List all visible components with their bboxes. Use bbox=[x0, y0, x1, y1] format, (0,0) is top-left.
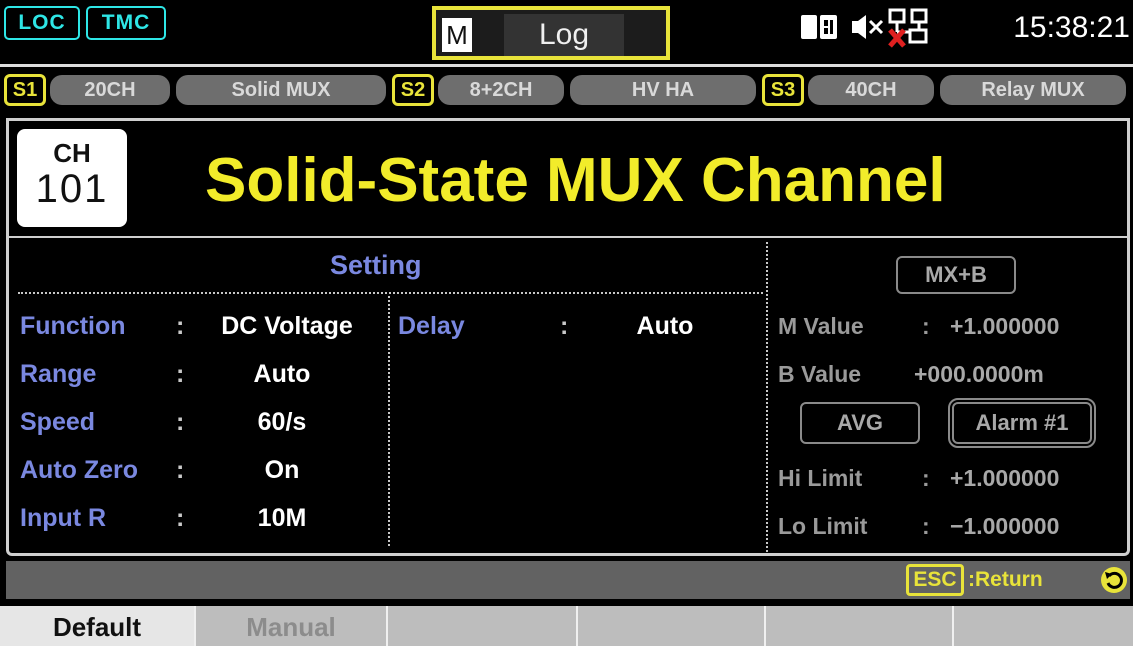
softkey-empty-4[interactable] bbox=[578, 606, 766, 646]
softkey-empty-5[interactable] bbox=[766, 606, 954, 646]
slot2-type: HV HA bbox=[570, 75, 756, 105]
mode-label: Log bbox=[504, 14, 624, 56]
slot2-channels: 8+2CH bbox=[438, 75, 564, 105]
lan-disconnected-icon bbox=[888, 8, 928, 48]
hi-limit-label: Hi Limit bbox=[778, 465, 863, 491]
function-value[interactable]: DC Voltage bbox=[196, 310, 378, 342]
slot3-type: Relay MUX bbox=[940, 75, 1126, 105]
slot1-type: Solid MUX bbox=[176, 75, 386, 105]
softkey-manual[interactable]: Manual bbox=[196, 606, 388, 646]
softkey-empty-3[interactable] bbox=[388, 606, 578, 646]
clock: 15:38:21 bbox=[1013, 11, 1130, 44]
delay-value[interactable]: Auto bbox=[610, 310, 720, 342]
range-value[interactable]: Auto bbox=[196, 358, 368, 390]
divider bbox=[388, 296, 390, 546]
tmc-indicator: TMC bbox=[86, 6, 166, 40]
hi-limit-value: +1.000000 bbox=[950, 465, 1060, 491]
lo-limit-label: Lo Limit bbox=[778, 513, 868, 539]
b-value: +000.0000m bbox=[914, 361, 1044, 387]
auto-zero-value[interactable]: On bbox=[196, 454, 368, 486]
range-label: Range bbox=[20, 360, 97, 388]
m-value: +1.000000 bbox=[950, 313, 1060, 339]
input-r-label: Input R bbox=[20, 504, 107, 532]
divider bbox=[18, 292, 763, 294]
m-value-label: M Value bbox=[778, 313, 864, 339]
speed-label: Speed bbox=[20, 408, 96, 436]
page-title: Solid-State MUX Channel bbox=[205, 146, 946, 215]
softkey-bar: Default Manual bbox=[0, 606, 1133, 646]
channel-header: CH 101 Solid-State MUX Channel bbox=[6, 118, 1130, 238]
loc-indicator: LOC bbox=[4, 6, 80, 40]
alarm-button[interactable]: Alarm #1 bbox=[948, 398, 1096, 448]
channel-word: CH bbox=[53, 138, 91, 168]
mute-icon bbox=[852, 15, 884, 39]
divider bbox=[766, 242, 768, 552]
slot1-badge: S1 bbox=[4, 74, 46, 106]
speed-value[interactable]: 60/s bbox=[196, 406, 368, 438]
auto-zero-label: Auto Zero bbox=[20, 456, 139, 484]
channel-number: 101 bbox=[35, 167, 109, 211]
mode-badge: M bbox=[442, 18, 472, 52]
lo-limit-value: −1.000000 bbox=[950, 513, 1060, 539]
avg-button[interactable]: AVG bbox=[800, 402, 920, 444]
softkey-default[interactable]: Default bbox=[0, 606, 196, 646]
softkey-empty-6[interactable] bbox=[954, 606, 1133, 646]
slot-row: S1 20CH Solid MUX S2 8+2CH HV HA S3 40CH… bbox=[0, 64, 1133, 110]
return-icon bbox=[1101, 567, 1127, 593]
function-label: Function bbox=[20, 312, 126, 340]
esc-return-label: :Return bbox=[968, 568, 1043, 591]
sd-card-icon bbox=[801, 15, 837, 39]
input-r-value[interactable]: 10M bbox=[196, 502, 368, 534]
mode-indicator: M Log bbox=[432, 6, 670, 60]
setting-heading: Setting bbox=[330, 250, 422, 280]
slot3-channels: 40CH bbox=[808, 75, 934, 105]
slot1-channels: 20CH bbox=[50, 75, 170, 105]
channel-badge: CH 101 bbox=[17, 129, 127, 227]
slot3-badge: S3 bbox=[762, 74, 804, 106]
mxb-button[interactable]: MX+B bbox=[896, 256, 1016, 294]
delay-label: Delay bbox=[398, 312, 465, 340]
esc-key[interactable]: ESC bbox=[906, 564, 964, 596]
slot2-badge: S2 bbox=[392, 74, 434, 106]
b-value-label: B Value bbox=[778, 361, 862, 387]
